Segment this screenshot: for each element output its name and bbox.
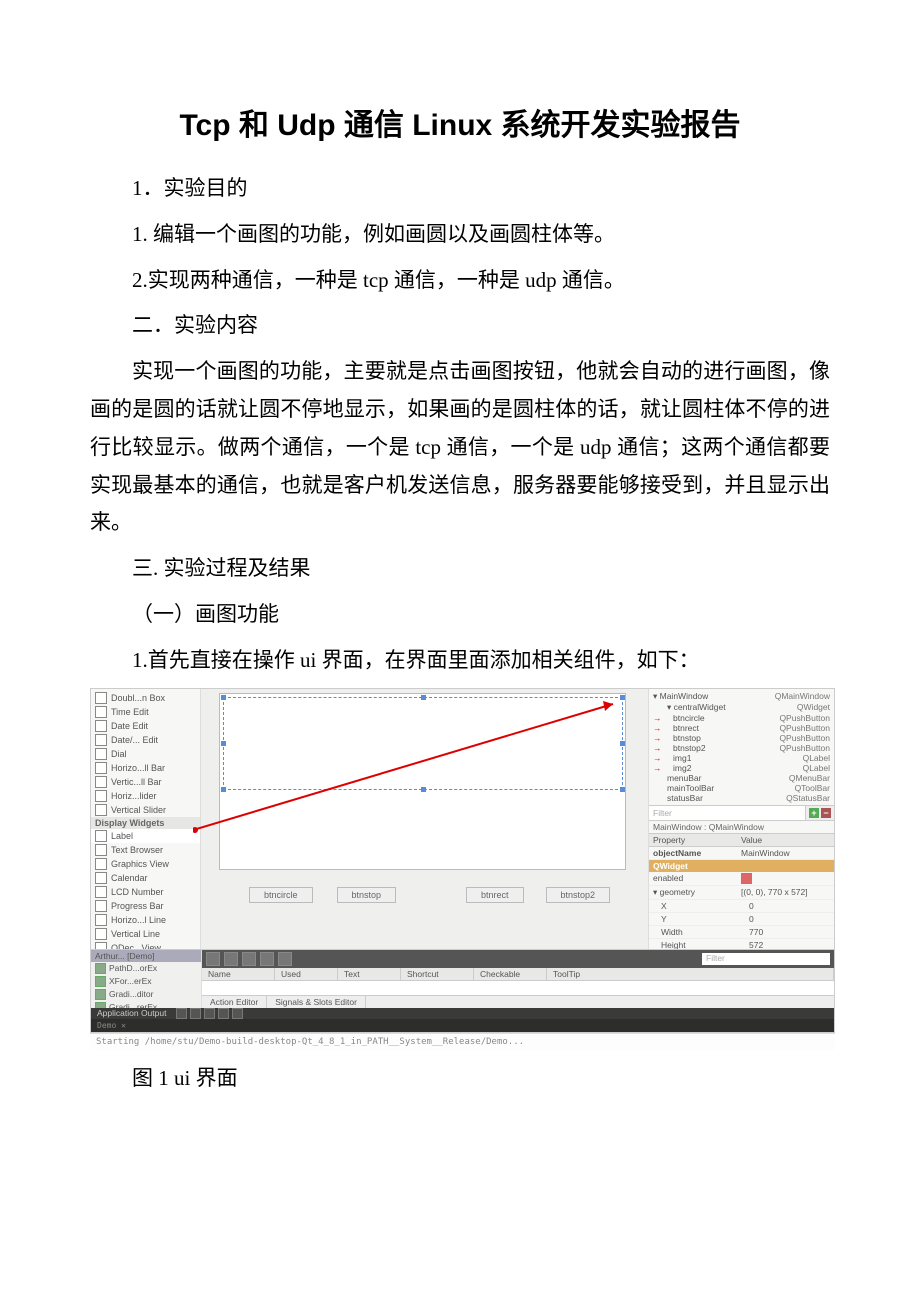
lcd-icon — [95, 886, 107, 898]
figure-caption: 图 1 ui 界面 — [90, 1060, 830, 1098]
file-icon — [95, 963, 106, 974]
arrow-icon: → — [653, 713, 667, 723]
designer-canvas[interactable]: btncircle btnstop btnrect btnstop2 — [201, 689, 648, 949]
tool-icon[interactable] — [260, 952, 274, 966]
form-preview — [219, 693, 626, 870]
arrow-icon: → — [653, 743, 667, 753]
object-inspector: ▾ MainWindowQMainWindow ▾ centralWidgetQ… — [648, 689, 834, 949]
action-editor: Filter Name Used Text Shortcut Checkable… — [202, 950, 834, 1008]
dial-icon — [95, 748, 107, 760]
vslider-icon — [95, 804, 107, 816]
figure-ui-screenshot: Doubl...n Box Time Edit Date Edit Date/.… — [90, 688, 835, 1033]
purpose-item-2: 2.实现两种通信，一种是 tcp 通信，一种是 udp 通信。 — [90, 262, 830, 300]
heading-purpose: 1．实验目的 — [90, 170, 830, 208]
btn-circle[interactable]: btncircle — [249, 887, 313, 903]
btn-rect[interactable]: btnrect — [466, 887, 524, 903]
tool-icon[interactable] — [278, 952, 292, 966]
remove-icon[interactable]: − — [821, 808, 831, 818]
label-icon — [95, 830, 107, 842]
arrow-icon: → — [653, 753, 667, 763]
tab-action-editor[interactable]: Action Editor — [202, 996, 267, 1008]
selected-label-widget[interactable] — [223, 697, 623, 790]
tab-signals-slots[interactable]: Signals & Slots Editor — [267, 996, 366, 1008]
vline-icon — [95, 928, 107, 940]
file-icon — [95, 976, 106, 987]
widget-palette: Doubl...n Box Time Edit Date Edit Date/.… — [91, 689, 201, 949]
hline-icon — [95, 914, 107, 926]
date-icon — [95, 720, 107, 732]
clock-icon — [95, 706, 107, 718]
arrow-icon: → — [653, 723, 667, 733]
hslider-icon — [95, 790, 107, 802]
arrow-icon: → — [653, 733, 667, 743]
output-console: Demo ✕ — [91, 1019, 834, 1032]
textbrowser-icon — [95, 844, 107, 856]
spinbox-icon — [95, 692, 107, 704]
add-icon[interactable]: + — [809, 808, 819, 818]
property-editor[interactable]: PropertyValue objectNameMainWindow QWidg… — [649, 834, 834, 949]
btn-stop2[interactable]: btnstop2 — [546, 887, 611, 903]
btn-stop[interactable]: btnstop — [337, 887, 397, 903]
datetime-icon — [95, 734, 107, 746]
arrow-icon: → — [653, 763, 667, 773]
tool-icon[interactable] — [242, 952, 256, 966]
output-bar: Application Output — [91, 1008, 834, 1019]
subheading-draw: （一）画图功能 — [90, 596, 830, 634]
progress-icon — [95, 900, 107, 912]
filter-input[interactable]: Filter — [649, 806, 806, 820]
file-icon — [95, 989, 106, 1000]
console-path: Starting /home/stu/Demo-build-desktop-Qt… — [90, 1033, 835, 1050]
tool-icon[interactable] — [206, 952, 220, 966]
project-items: Arthur... [Demo] PathD...orEx XFor...erE… — [91, 950, 202, 1008]
content-paragraph: 实现一个画图的功能，主要就是点击画图按钮，他就会自动的进行画图，像画的是圆的话就… — [90, 353, 830, 542]
heading-content: 二．实验内容 — [90, 307, 830, 345]
vscroll-icon — [95, 776, 107, 788]
object-tree[interactable]: ▾ MainWindowQMainWindow ▾ centralWidgetQ… — [649, 689, 834, 805]
calendar-icon — [95, 872, 107, 884]
doc-title: Tcp 和 Udp 通信 Linux 系统开发实验报告 — [90, 100, 830, 144]
action-filter-input[interactable]: Filter — [702, 953, 830, 965]
tool-icon[interactable] — [224, 952, 238, 966]
step-1: 1.首先直接在操作 ui 界面，在界面里面添加相关组件，如下： — [90, 642, 830, 680]
prop-context: MainWindow : QMainWindow — [649, 821, 834, 834]
hscroll-icon — [95, 762, 107, 774]
heading-process: 三. 实验过程及结果 — [90, 550, 830, 588]
purpose-item-1: 1. 编辑一个画图的功能，例如画圆以及画圆柱体等。 — [90, 216, 830, 254]
graphicsview-icon — [95, 858, 107, 870]
